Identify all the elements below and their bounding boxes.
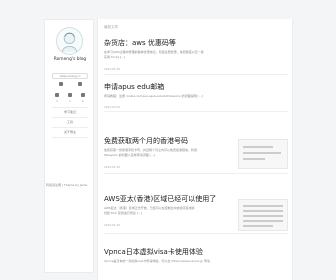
post-excerpt: AWS亚太（香港）区域正式开放，已经可以在控制台中启用该区域并 创建 EC2 实… <box>104 206 230 216</box>
post-item[interactable]: Vpnca日本虚拟visa卡使用体验 Vpnca是日本的一款虚拟visa卡申请体… <box>104 248 288 276</box>
post-item[interactable]: 杂货店：aws 优惠码等 在学习AWS过程中整理的各种优惠信息，包括注册优惠，免… <box>104 39 288 75</box>
sidebar-social-row <box>51 82 89 88</box>
sidebar-footer: 转载请注明 | Theme by Jame <box>46 183 88 187</box>
divider <box>104 111 288 112</box>
excerpt-line: 申请教程：注册 rookie.campus.apus.edu/Admission… <box>104 94 203 98</box>
home-icon[interactable] <box>58 82 63 86</box>
post-date: 2019.01.20 <box>104 223 121 227</box>
post-title[interactable]: 申请apus edu邮箱 <box>104 83 164 92</box>
post-list: 最新文章 杂货店：aws 优惠码等 在学习AWS过程中整理的各种优惠信息，包括注… <box>97 19 293 280</box>
excerpt-line: Telegram 的机器人完成申请流程 [...] <box>104 153 155 157</box>
post-excerpt: 申请教程：注册 rookie.campus.apus.edu/Admission… <box>104 94 203 99</box>
post-excerpt: 在学习AWS过程中整理的各种优惠信息，包括注册优惠，免费额度以及一些 实用 tr… <box>104 50 204 60</box>
divider <box>104 173 288 174</box>
post-date: 2019.04.18 <box>104 67 121 71</box>
avatar[interactable] <box>56 27 83 55</box>
section-title: 最新文章 <box>104 25 118 29</box>
post-thumbnail[interactable] <box>238 199 288 231</box>
blog-name[interactable]: Romeng's blog <box>49 57 91 63</box>
divider <box>52 127 88 128</box>
post-thumbnail[interactable] <box>238 139 288 169</box>
post-excerpt: Vpnca是日本的一款虚拟visa卡申请体验，可以在 https://www.v… <box>104 259 210 264</box>
post-date: 2019.03.02 <box>104 105 121 109</box>
divider <box>104 74 288 75</box>
post-title[interactable]: Vpnca日本虚拟visa卡使用体验 <box>104 248 203 257</box>
sidebar-item-tools[interactable]: 工具 <box>45 120 95 124</box>
post-title[interactable]: 免费获取两个月的香港号码 <box>104 137 188 146</box>
divider <box>52 137 88 138</box>
post-excerpt: 免费获取一张香港手机卡号，并且两个月之内可以免费接收短信，利用 Telegram… <box>104 148 230 158</box>
stat-2: 2 <box>81 100 84 103</box>
excerpt-line: 创建 EC2 实例进行测试 [...] <box>104 211 142 215</box>
excerpt-line: Vpnca是日本的一款虚拟visa卡申请体验，可以在 https://www.v… <box>104 259 210 263</box>
divider <box>52 117 88 118</box>
sidebar-social-row-2 <box>51 93 89 99</box>
sidebar-item-about[interactable]: 关于博主 <box>45 130 95 134</box>
sidebar-stats: 0 1 2 <box>51 100 89 103</box>
blog-url[interactable]: www.romeng.cn <box>52 73 88 79</box>
stat-0: 0 <box>56 100 59 103</box>
divider <box>52 107 88 108</box>
post-date: 2019.02.15 <box>104 165 121 169</box>
sidebar: Romeng's blog www.romeng.cn 0 1 2 学习笔记 工… <box>44 19 94 273</box>
post-item[interactable]: 申请apus edu邮箱 申请教程：注册 rookie.campus.apus.… <box>104 83 288 112</box>
post-title[interactable]: 杂货店：aws 优惠码等 <box>104 39 176 48</box>
rss-icon[interactable] <box>67 93 72 97</box>
post-item[interactable]: AWS亚太(香港)区域已经可以使用了 AWS亚太（香港）区域正式开放，已经可以在… <box>104 195 288 234</box>
post-item[interactable]: 免费获取两个月的香港号码 免费获取一张香港手机卡号，并且两个月之内可以免费接收短… <box>104 137 288 174</box>
link-icon[interactable] <box>80 93 85 97</box>
divider <box>104 233 288 234</box>
avatar-illustration-icon <box>62 32 77 52</box>
post-title[interactable]: AWS亚太(香港)区域已经可以使用了 <box>104 195 216 204</box>
mail-icon[interactable] <box>55 93 60 97</box>
excerpt-line: 实用 tricks [...] <box>104 55 126 59</box>
github-icon[interactable] <box>77 82 82 86</box>
stat-1: 1 <box>69 100 71 103</box>
sidebar-item-notes[interactable]: 学习笔记 <box>45 110 95 114</box>
